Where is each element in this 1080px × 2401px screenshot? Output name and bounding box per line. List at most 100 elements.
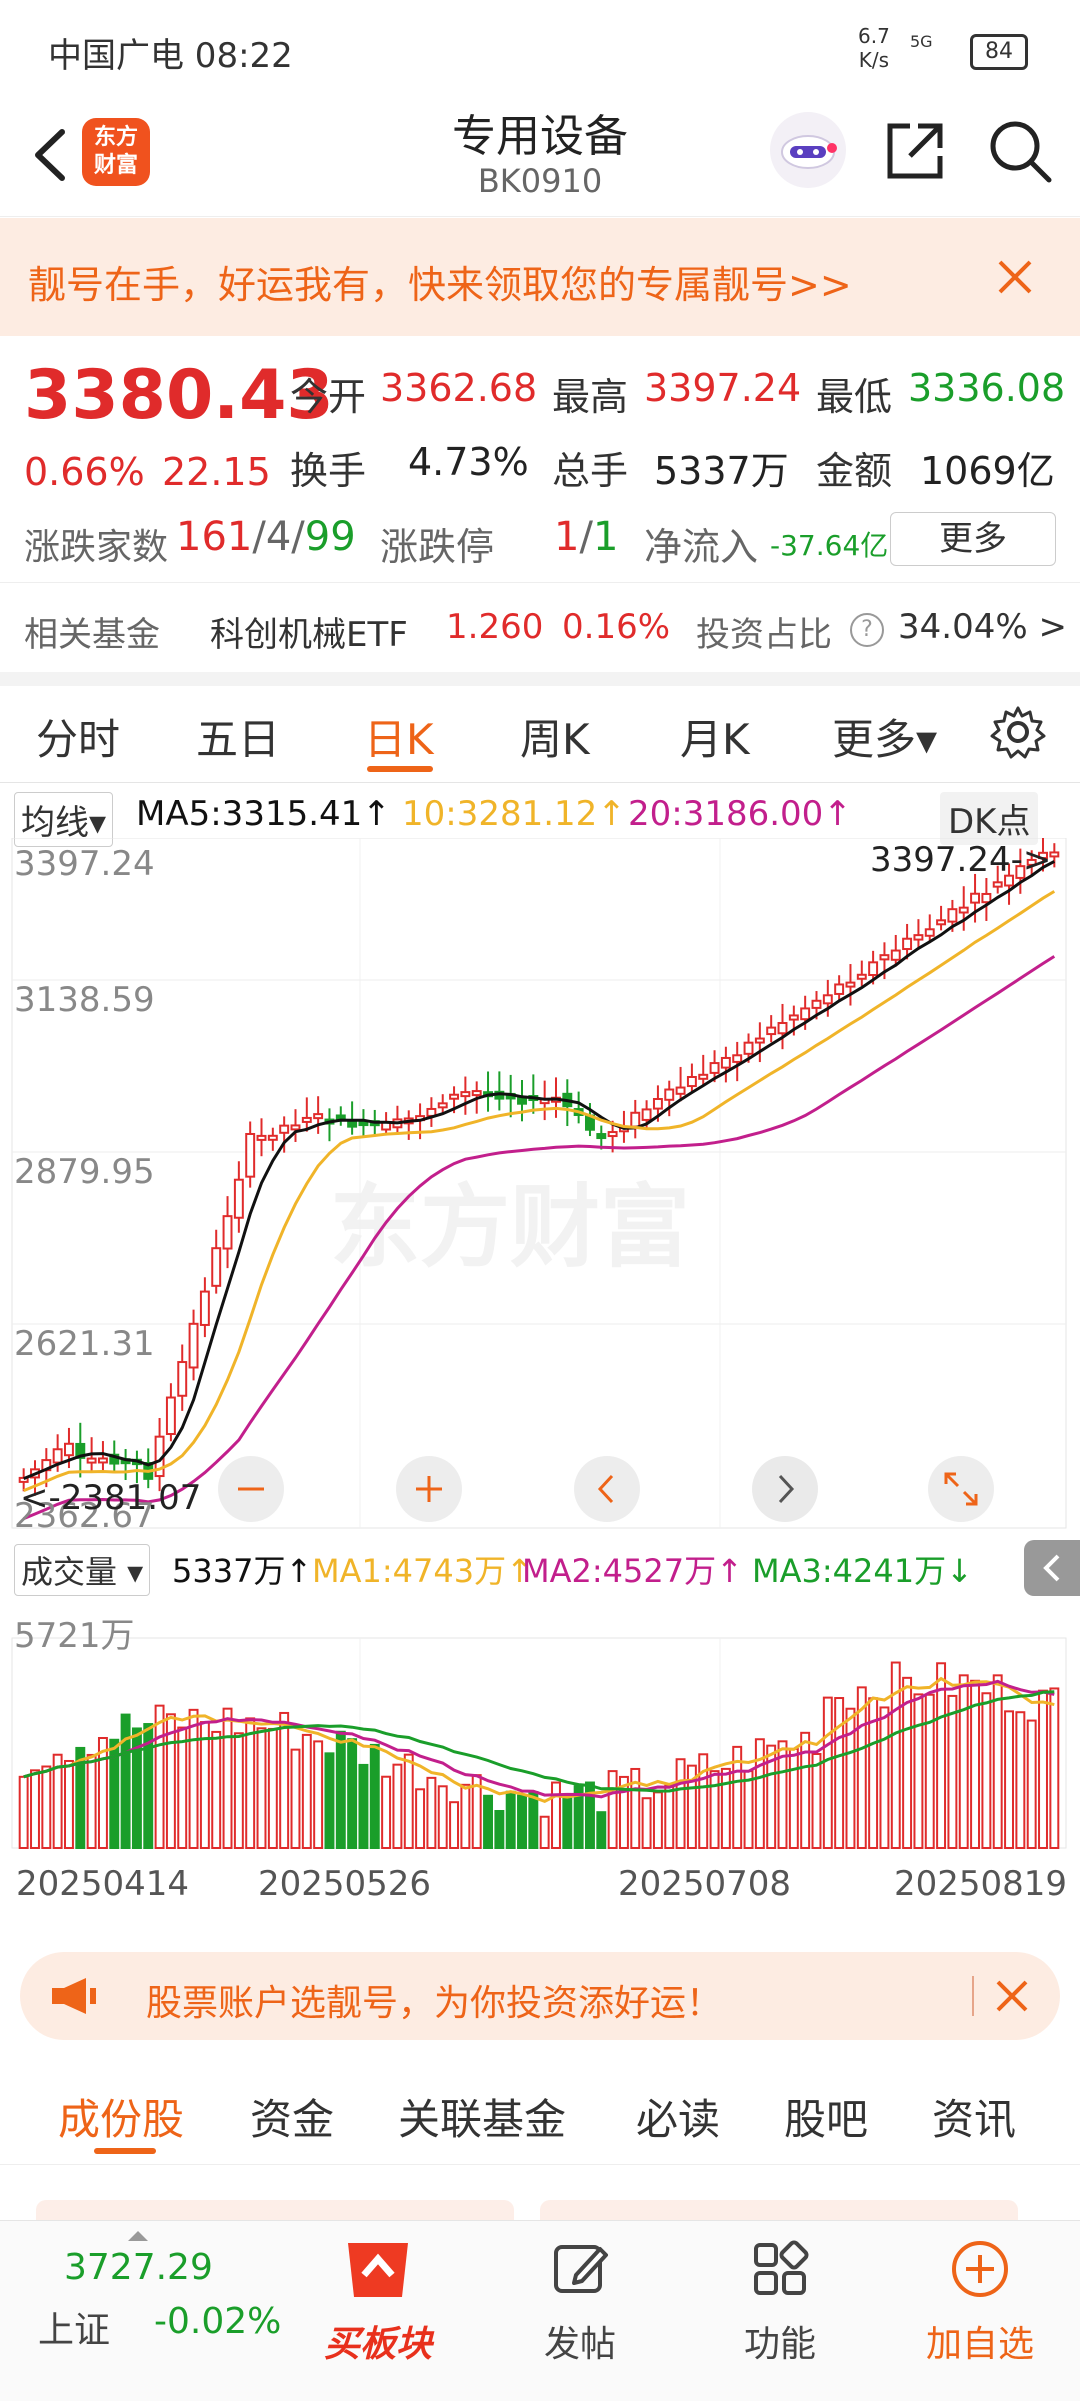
fund-label: 相关基金: [24, 615, 160, 655]
candle-body: [449, 1093, 460, 1100]
edit-pencil-icon: [554, 2245, 608, 2293]
y-axis-label-high: 3397.24: [14, 844, 155, 884]
fund-pct: 0.16%: [562, 607, 671, 647]
volume-value: 5337万: [654, 449, 789, 493]
brand-logo[interactable]: 东方 财富: [82, 118, 150, 186]
ratio-value[interactable]: 34.04% >: [898, 607, 1067, 647]
breadth-values: 161/4/99: [176, 514, 356, 560]
collapse-panel-button[interactable]: [1024, 1540, 1080, 1596]
kline-chart[interactable]: 均线▾ MA5:3315.41↑ 10:3281.12↑ 20:3186.00↑…: [0, 784, 1080, 1934]
volume-selector[interactable]: 成交量 ▾: [14, 1544, 151, 1596]
candle-body: [652, 1098, 663, 1110]
fund-name[interactable]: 科创机械ETF: [210, 607, 408, 656]
candle-body: [245, 1132, 256, 1178]
candle-body: [686, 1076, 697, 1088]
help-icon[interactable]: ?: [850, 613, 884, 647]
ma10-legend: 10:3281.12↑: [402, 794, 626, 834]
tab-five-day[interactable]: 五日: [196, 706, 280, 767]
candle-body: [222, 1215, 233, 1250]
candle-body: [970, 892, 981, 904]
kline-svg: 东方财富: [11, 838, 1067, 1850]
tab-forum[interactable]: 股吧: [784, 2086, 868, 2147]
add-watchlist-button[interactable]: 加自选: [918, 2235, 1042, 2375]
candle-body: [709, 1062, 720, 1074]
candle-body: [947, 908, 958, 923]
index-name[interactable]: 上证: [38, 2301, 110, 2353]
search-icon[interactable]: [985, 116, 1055, 186]
tab-monthly-k[interactable]: 月K: [680, 706, 750, 767]
close-icon[interactable]: [990, 1974, 1034, 2018]
share-icon[interactable]: [880, 116, 950, 186]
candle-body: [913, 934, 924, 941]
volume-bar: [437, 1785, 448, 1850]
post-button[interactable]: 发帖: [520, 2235, 640, 2375]
tab-constituents[interactable]: 成份股: [58, 2086, 184, 2147]
active-tab-indicator: [367, 766, 433, 772]
tab-news[interactable]: 资讯: [932, 2086, 1016, 2147]
amount-label: 金额: [816, 449, 893, 493]
zoom-in-button[interactable]: [396, 1456, 462, 1522]
buy-sector-button[interactable]: 买板块: [318, 2235, 438, 2375]
tab-more[interactable]: 更多▾: [832, 706, 937, 767]
candle-body: [1049, 851, 1060, 858]
tab-daily-k[interactable]: 日K: [364, 706, 434, 767]
tab-capital[interactable]: 资金: [250, 2086, 334, 2147]
ad-text[interactable]: 股票账户选靓号，为你投资添好运！: [146, 1974, 722, 2026]
volume-bar: [652, 1791, 663, 1849]
tab-must-read[interactable]: 必读: [636, 2086, 720, 2147]
volume-label: 总手: [552, 449, 629, 493]
change-amount: 22.15: [162, 450, 271, 494]
volume-bar: [449, 1801, 460, 1849]
candle-body: [743, 1041, 754, 1055]
app-header: 东方 财富 专用设备 BK0910: [0, 100, 1080, 217]
promo-text[interactable]: 靓号在手，好运我有，快来领取您的专属靓号>>: [28, 254, 852, 309]
tab-intraday[interactable]: 分时: [36, 706, 120, 767]
ma5-legend: MA5:3315.41↑: [136, 794, 391, 834]
candle-body: [902, 937, 913, 951]
volume-bar: [800, 1731, 811, 1850]
back-arrow-icon[interactable]: [20, 120, 80, 190]
chevron-left-icon[interactable]: [574, 1456, 640, 1522]
zoom-out-button[interactable]: [218, 1456, 284, 1522]
volume-bar: [1015, 1711, 1026, 1850]
y-axis-label-4: 2621.31: [14, 1324, 155, 1364]
function-button[interactable]: 功能: [720, 2235, 840, 2375]
limit-values: 1/1: [554, 514, 619, 560]
volume-bar: [528, 1790, 539, 1850]
settings-gear-icon[interactable]: [990, 704, 1046, 760]
promo-banner[interactable]: 靓号在手，好运我有，快来领取您的专属靓号>>: [0, 218, 1080, 336]
active-tab-indicator: [94, 2148, 156, 2154]
candle-body: [177, 1361, 188, 1397]
date-label-3: 20250708: [618, 1864, 792, 1904]
tab-weekly-k[interactable]: 周K: [520, 706, 590, 767]
volume-bar: [335, 1730, 346, 1849]
index-pct[interactable]: -0.02%: [154, 2301, 281, 2342]
index-value[interactable]: 3727.29: [64, 2247, 213, 2288]
candle-body: [856, 973, 867, 980]
promo-ad-bar[interactable]: 股票账户选靓号，为你投资添好运！: [20, 1952, 1060, 2040]
candle-body: [822, 994, 833, 1005]
amount-value: 1069亿: [920, 449, 1055, 493]
assistant-robot-icon[interactable]: [770, 112, 846, 188]
tab-related-funds[interactable]: 关联基金: [398, 2086, 566, 2147]
candle-body: [256, 1134, 267, 1141]
volume-bar: [369, 1743, 380, 1849]
related-fund-row[interactable]: 相关基金 科创机械ETF 1.260 0.16% 投资占比 ? 34.04% >: [0, 582, 1080, 673]
current-price: 3380.43: [24, 356, 334, 435]
volume-bar: [517, 1794, 527, 1850]
volume-bar: [177, 1726, 188, 1849]
chevron-right-icon[interactable]: [752, 1456, 818, 1522]
content-card: [540, 2200, 1018, 2220]
volume-bar: [539, 1815, 550, 1850]
candle-body: [86, 1457, 97, 1464]
volume-bar: [41, 1765, 52, 1849]
section-divider: [0, 672, 1080, 686]
ad-divider: [972, 1976, 974, 2016]
volume-bar: [415, 1788, 426, 1850]
more-button[interactable]: 更多: [890, 512, 1056, 566]
candle-body: [347, 1120, 358, 1128]
fullscreen-icon[interactable]: [928, 1456, 994, 1522]
volume-bar: [222, 1707, 233, 1849]
y-axis-label-3: 2879.95: [14, 1152, 155, 1192]
close-icon[interactable]: [990, 252, 1040, 302]
